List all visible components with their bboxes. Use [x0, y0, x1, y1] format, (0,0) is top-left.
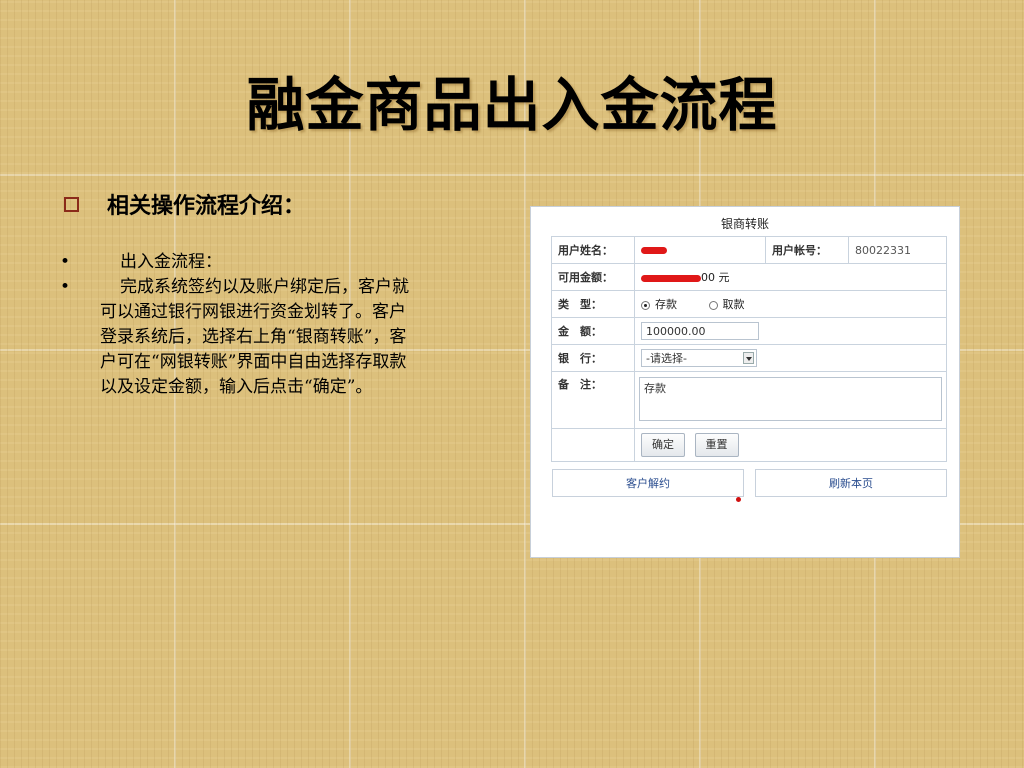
confirm-button[interactable]: 确定 — [641, 433, 685, 457]
radio-unselected-icon — [708, 300, 718, 310]
panel-title: 银商转账 — [720, 217, 769, 231]
amount-label: 金 额： — [551, 317, 635, 345]
bullet-list: • 出入金流程： • 完成系统签约以及账户绑定后，客户就可以通过银行网银进行资金… — [60, 250, 420, 400]
user-name-label: 用户姓名： — [551, 236, 635, 264]
bank-select-value: -请选择- — [646, 352, 687, 365]
bullet-text: 完成系统签约以及账户绑定后，客户就可以通过银行网银进行资金划转了。客户登录系统后… — [100, 277, 409, 397]
bullet-item: • 出入金流程： — [60, 250, 420, 275]
bullet-item: • 完成系统签约以及账户绑定后，客户就可以通过银行网银进行资金划转了。客户登录系… — [60, 275, 420, 400]
radio-selected-icon — [641, 300, 650, 310]
available-suffix: 00 元 — [701, 271, 730, 284]
note-textarea[interactable]: 存款 — [639, 377, 942, 421]
bank-select[interactable]: -请选择- — [641, 349, 757, 367]
amount-input[interactable]: 100000.00 — [641, 322, 759, 340]
cursor-dot — [736, 497, 741, 502]
section-heading: 相关操作流程介绍： — [64, 188, 305, 220]
section-heading-text: 相关操作流程介绍： — [107, 193, 306, 219]
terminate-contract-button[interactable]: 客户解约 — [552, 469, 744, 497]
bullet-text: 出入金流程： — [120, 252, 222, 272]
bank-label: 银 行： — [551, 344, 635, 372]
type-label: 类 型： — [551, 290, 635, 318]
transfer-form: 用户姓名： 用户帐号： 80022331 可用金额： 00 元 类 型： 存款 … — [551, 236, 947, 462]
reset-button[interactable]: 重置 — [694, 433, 739, 457]
dropdown-arrow-icon — [743, 352, 754, 364]
available-label: 可用金额： — [551, 263, 635, 291]
slide-title: 融金商品出入金流程 — [246, 71, 778, 139]
redacted-name — [641, 247, 667, 254]
bullet-dot: • — [60, 277, 71, 297]
redacted-amount — [641, 274, 701, 282]
withdraw-radio[interactable]: 取款 — [708, 298, 745, 311]
refresh-page-button[interactable]: 刷新本页 — [755, 469, 947, 497]
bank-transfer-panel: 银商转账 用户姓名： 用户帐号： 80022331 可用金额： 00 元 类 型… — [530, 206, 960, 558]
deposit-radio-label: 存款 — [655, 298, 677, 311]
account-number: 80022331 — [855, 243, 911, 257]
deposit-radio[interactable]: 存款 — [641, 298, 677, 311]
square-bullet-icon — [64, 196, 79, 212]
bullet-dot: • — [60, 252, 71, 272]
withdraw-radio-label: 取款 — [722, 298, 745, 311]
note-label: 备 注： — [551, 371, 635, 429]
user-account-label: 用户帐号： — [765, 236, 849, 264]
